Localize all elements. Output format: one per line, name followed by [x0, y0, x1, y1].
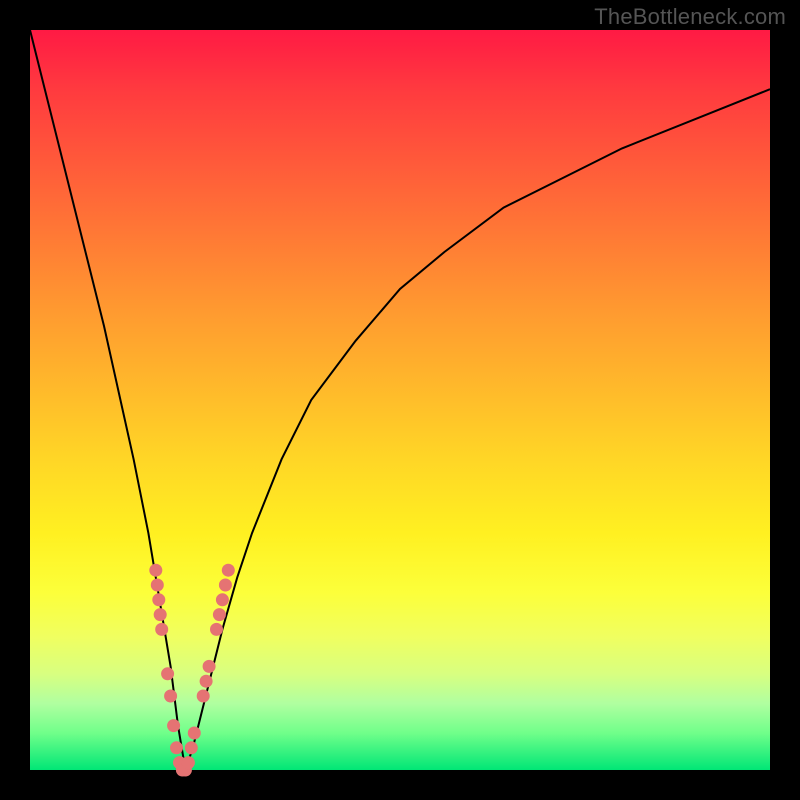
data-point: [200, 675, 213, 688]
data-point: [216, 593, 229, 606]
chart-svg: [30, 30, 770, 770]
data-point: [188, 727, 201, 740]
plot-area: [30, 30, 770, 770]
bottleneck-curve: [30, 30, 770, 770]
data-point: [210, 623, 223, 636]
data-point: [151, 579, 164, 592]
data-point: [161, 667, 174, 680]
points-group: [149, 564, 235, 777]
data-point: [155, 623, 168, 636]
data-point: [222, 564, 235, 577]
data-point: [182, 756, 195, 769]
data-point: [213, 608, 226, 621]
curve-group: [30, 30, 770, 770]
data-point: [197, 690, 210, 703]
data-point: [149, 564, 162, 577]
watermark-text: TheBottleneck.com: [594, 4, 786, 30]
data-point: [167, 719, 180, 732]
data-point: [185, 741, 198, 754]
data-point: [152, 593, 165, 606]
data-point: [154, 608, 167, 621]
data-point: [219, 579, 232, 592]
data-point: [203, 660, 216, 673]
data-point: [164, 690, 177, 703]
chart-frame: TheBottleneck.com: [0, 0, 800, 800]
data-point: [170, 741, 183, 754]
